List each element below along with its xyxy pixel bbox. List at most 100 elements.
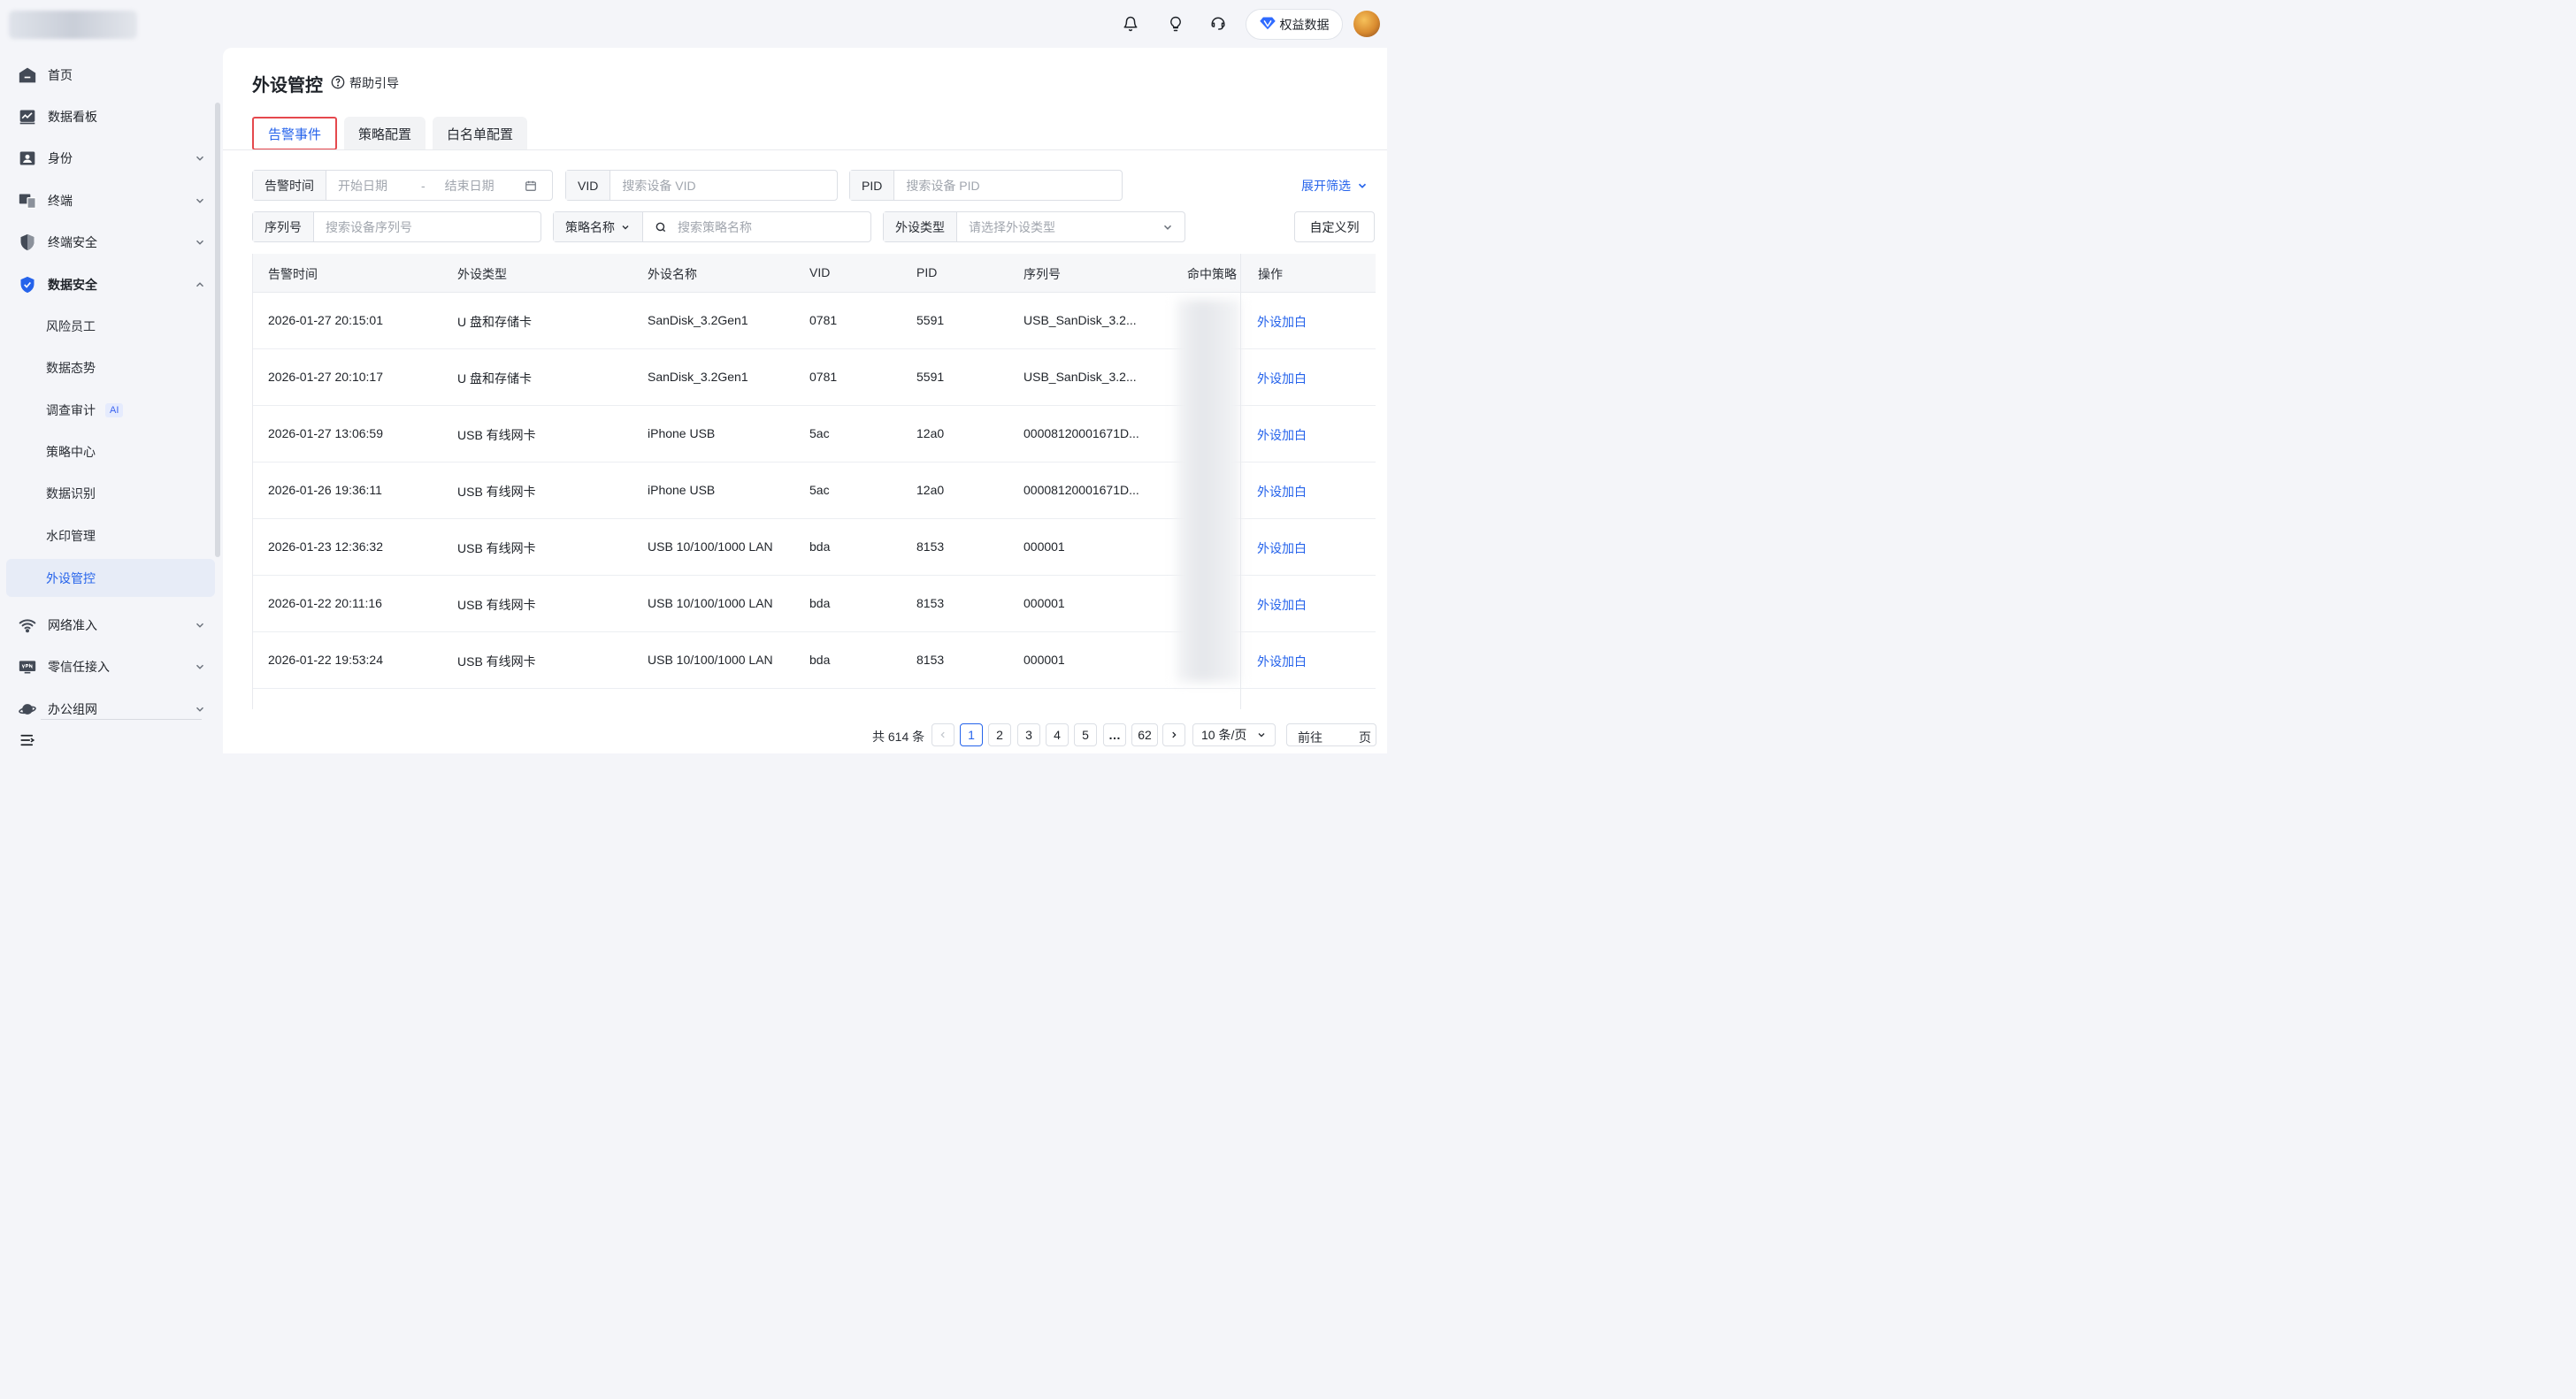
alert-time-label: 告警时间 <box>253 171 326 200</box>
sidebar-item-dashboard[interactable]: 数据看板 <box>6 99 215 134</box>
page-size-select[interactable]: 10 条/页 <box>1192 723 1276 746</box>
sidebar-subitem-label: 调查审计 <box>46 403 96 417</box>
sidebar-subitem-risk-employees[interactable]: 风险员工 <box>6 309 215 344</box>
diamond-icon <box>1259 16 1276 33</box>
sidebar-item-zero-trust[interactable]: 零信任接入 <box>6 649 215 684</box>
next-page-button[interactable] <box>1162 723 1185 746</box>
page-button-last[interactable]: 62 <box>1131 723 1158 746</box>
policy-field-select[interactable]: 策略名称 <box>554 212 643 241</box>
sidebar-item-label: 终端 <box>48 194 73 208</box>
sidebar-item-office-network[interactable]: 办公组网 <box>6 692 215 727</box>
serial-search-input[interactable]: 搜索设备序列号 <box>314 218 412 236</box>
sidebar-subitem-policy-center[interactable]: 策略中心 <box>6 434 215 470</box>
serial-search-field[interactable]: 序列号 搜索设备序列号 <box>252 211 541 242</box>
cell-alert-time: 2026-01-26 19:36:11 <box>268 483 382 497</box>
cell-alert-time: 2026-01-22 19:53:24 <box>268 653 383 667</box>
policy-search-input[interactable]: 搜索策略名称 <box>678 218 752 236</box>
calendar-icon[interactable] <box>525 180 537 192</box>
sidebar-subitem-investigation-audit[interactable]: 调查审计 AI <box>6 393 215 428</box>
vid-search-field[interactable]: VID 搜索设备 VID <box>565 170 838 201</box>
sidebar-item-terminal[interactable]: 终端 <box>6 183 215 218</box>
page-button-5[interactable]: 5 <box>1074 723 1097 746</box>
device-type-label: 外设类型 <box>884 212 957 241</box>
pid-search-input[interactable]: 搜索设备 PID <box>894 177 979 195</box>
chevron-down-icon <box>1356 180 1368 192</box>
cell-alert-time: 2026-01-27 20:10:17 <box>268 370 383 384</box>
sidebar-item-label: 首页 <box>48 68 73 82</box>
cell-device-type: USB 有线网卡 <box>457 654 536 669</box>
whitelist-device-link[interactable]: 外设加白 <box>1257 370 1307 387</box>
vid-label: VID <box>566 171 611 200</box>
cell-serial: 000001 <box>1024 596 1065 610</box>
device-type-select[interactable]: 外设类型 请选择外设类型 <box>883 211 1185 242</box>
rights-data-button[interactable]: 权益数据 <box>1246 9 1343 40</box>
sidebar-item-home[interactable]: 首页 <box>6 57 215 93</box>
tab-bar: 告警事件 策略配置 白名单配置 <box>252 117 528 150</box>
lightbulb-icon[interactable] <box>1164 12 1187 35</box>
menu-collapse-icon[interactable] <box>19 732 37 748</box>
sidebar-subitem-data-identification[interactable]: 数据识别 <box>6 476 215 511</box>
sidebar-subitem-peripheral-control[interactable]: 外设管控 <box>6 559 215 597</box>
tab-alert-events[interactable]: 告警事件 <box>252 117 338 150</box>
shield-icon <box>19 233 36 251</box>
table-header: 告警时间 外设类型 外设名称 VID PID 序列号 命中策略 操作 <box>252 254 1376 293</box>
tab-whitelist-config[interactable]: 白名单配置 <box>433 117 528 150</box>
page-button-4[interactable]: 4 <box>1046 723 1069 746</box>
cell-pid: 12a0 <box>916 426 945 440</box>
whitelist-device-link[interactable]: 外设加白 <box>1257 539 1307 557</box>
custom-columns-button[interactable]: 自定义列 <box>1294 211 1375 242</box>
tab-policy-config[interactable]: 策略配置 <box>344 117 426 150</box>
cell-alert-time: 2026-01-27 13:06:59 <box>268 426 383 440</box>
cell-pid: 8153 <box>916 596 945 610</box>
cell-vid: bda <box>809 539 831 554</box>
sidebar-subitem-label: 策略中心 <box>46 445 96 459</box>
home-icon <box>19 66 36 84</box>
sidebar-item-data-security[interactable]: 数据安全 <box>6 267 215 302</box>
chevron-up-icon <box>194 279 206 291</box>
dashboard-icon <box>19 108 36 126</box>
whitelist-device-link[interactable]: 外设加白 <box>1257 653 1307 670</box>
page-button-1[interactable]: 1 <box>960 723 983 746</box>
headset-icon[interactable] <box>1207 12 1230 35</box>
sidebar-item-label: 网络准入 <box>48 618 97 632</box>
chevron-down-icon <box>194 195 206 207</box>
start-date-input[interactable]: 开始日期 <box>326 177 387 195</box>
bell-icon[interactable] <box>1119 12 1142 35</box>
page-button-2[interactable]: 2 <box>988 723 1011 746</box>
user-avatar[interactable] <box>1353 11 1380 37</box>
prev-page-button[interactable] <box>932 723 954 746</box>
alert-time-range-picker[interactable]: 告警时间 开始日期 - 结束日期 <box>252 170 553 201</box>
date-separator: - <box>421 178 426 193</box>
column-header-alert-time: 告警时间 <box>268 267 318 281</box>
cell-serial: USB_SanDisk_3.2... <box>1024 313 1137 327</box>
whitelist-device-link[interactable]: 外设加白 <box>1257 426 1307 444</box>
cell-serial: 00008120001671D... <box>1024 426 1139 440</box>
column-header-matched-policy: 命中策略 <box>1187 267 1237 281</box>
pid-search-field[interactable]: PID 搜索设备 PID <box>849 170 1123 201</box>
sidebar-item-endpoint-security[interactable]: 终端安全 <box>6 225 215 260</box>
sidebar-subitem-watermark[interactable]: 水印管理 <box>6 518 215 554</box>
policy-search-field[interactable]: 策略名称 搜索策略名称 <box>553 211 871 242</box>
sidebar-scrollbar[interactable] <box>215 103 220 557</box>
expand-filters-button[interactable]: 展开筛选 <box>1301 177 1368 195</box>
page-button-3[interactable]: 3 <box>1017 723 1040 746</box>
whitelist-device-link[interactable]: 外设加白 <box>1257 483 1307 501</box>
end-date-input[interactable]: 结束日期 <box>445 177 494 195</box>
rights-data-label: 权益数据 <box>1279 17 1330 32</box>
sidebar-subitem-label: 数据识别 <box>46 486 96 501</box>
page-ellipsis[interactable]: … <box>1103 723 1126 746</box>
sidebar-item-network-access[interactable]: 网络准入 <box>6 608 215 643</box>
sidebar-item-identity[interactable]: 身份 <box>6 141 215 176</box>
whitelist-device-link[interactable]: 外设加白 <box>1257 313 1307 331</box>
sidebar-subitem-label: 风险员工 <box>46 319 96 333</box>
brand-logo[interactable] <box>9 11 137 39</box>
whitelist-device-link[interactable]: 外设加白 <box>1257 596 1307 614</box>
help-guide-link[interactable]: 帮助引导 <box>331 74 399 92</box>
vid-search-input[interactable]: 搜索设备 VID <box>610 177 695 195</box>
sidebar-subitem-data-posture[interactable]: 数据态势 <box>6 350 215 386</box>
policy-select-label: 策略名称 <box>565 219 615 234</box>
data-security-icon <box>19 276 36 294</box>
device-type-placeholder: 请选择外设类型 <box>969 219 1055 234</box>
alert-events-table: 告警时间 外设类型 外设名称 VID PID 序列号 命中策略 操作 2026-… <box>252 254 1376 709</box>
page-jump-input[interactable]: 前往 页 <box>1286 723 1376 746</box>
